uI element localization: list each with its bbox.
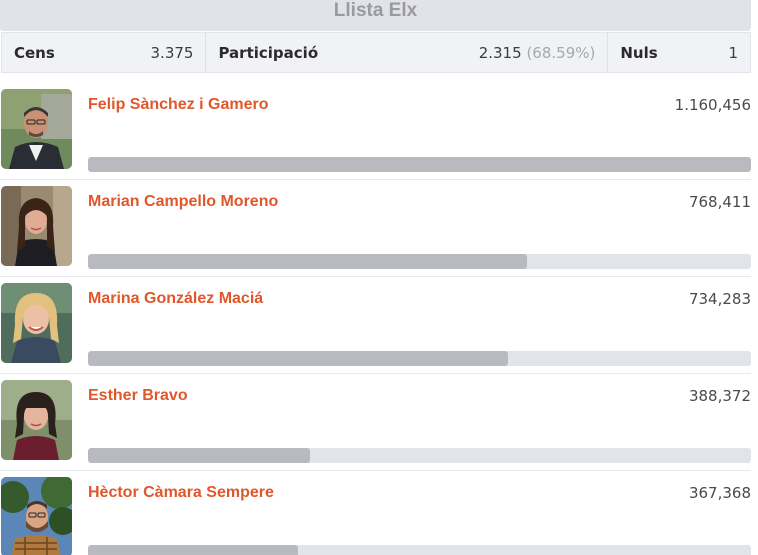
candidate-row: Hèctor Càmara Sempere 367,368: [0, 470, 751, 555]
candidate-photo: [1, 380, 72, 460]
candidate-votes: 367,368: [688, 484, 751, 502]
vote-bar-fill: [88, 448, 311, 463]
stat-participacio-label: Participació: [218, 43, 319, 62]
candidate-row: Felip Sànchez i Gamero 1.160,456: [0, 89, 751, 185]
candidate-name[interactable]: Felip Sànchez i Gamero: [88, 96, 269, 114]
vote-bar-fill: [88, 157, 751, 172]
candidate-row: Esther Bravo 388,372: [0, 373, 751, 476]
candidate-name[interactable]: Esther Bravo: [88, 387, 188, 405]
stat-cens-value: 3.375: [150, 43, 194, 62]
candidate-row: Marian Campello Moreno 768,411: [0, 179, 751, 282]
row-divider: [0, 373, 751, 374]
vote-bar-fill: [88, 254, 527, 269]
row-divider: [0, 470, 751, 471]
stat-cens: Cens 3.375: [2, 33, 207, 72]
candidate-row: Marina González Maciá 734,283: [0, 276, 751, 379]
candidate-name[interactable]: Marina González Maciá: [88, 290, 263, 308]
candidate-votes: 734,283: [688, 290, 751, 308]
row-divider: [0, 179, 751, 180]
candidate-votes: 768,411: [688, 193, 751, 211]
list-title-bar: Llista Elx: [0, 0, 751, 31]
vote-bar-track: [88, 254, 751, 269]
vote-bar-fill: [88, 351, 508, 366]
stat-participacio-values: 2.315 (68.59%): [479, 44, 596, 62]
candidate-name[interactable]: Hèctor Càmara Sempere: [88, 484, 274, 502]
stat-cens-label: Cens: [14, 43, 55, 62]
candidate-votes: 388,372: [688, 387, 751, 405]
stat-nuls-label: Nuls: [620, 43, 658, 62]
candidate-photo: [1, 477, 72, 555]
stat-nuls-value: 1: [728, 43, 738, 62]
list-title: Llista Elx: [333, 0, 418, 21]
stat-participacio-pct: (68.59%): [526, 43, 596, 62]
stat-nuls: Nuls 1: [608, 33, 750, 72]
stat-participacio-value: 2.315: [478, 43, 522, 62]
row-divider: [0, 276, 751, 277]
candidate-photo: [1, 283, 72, 363]
vote-bar-fill: [88, 545, 299, 555]
candidate-photo: [1, 89, 72, 169]
vote-bar-track: [88, 351, 751, 366]
vote-bar-track: [88, 545, 751, 555]
candidate-photo: [1, 186, 72, 266]
stats-bar: Cens 3.375 Participació 2.315 (68.59%) N…: [1, 32, 751, 73]
vote-bar-track: [88, 157, 751, 172]
candidate-votes: 1.160,456: [674, 96, 751, 114]
vote-bar-track: [88, 448, 751, 463]
stat-participacio: Participació 2.315 (68.59%): [206, 33, 609, 72]
candidate-name[interactable]: Marian Campello Moreno: [88, 193, 278, 211]
